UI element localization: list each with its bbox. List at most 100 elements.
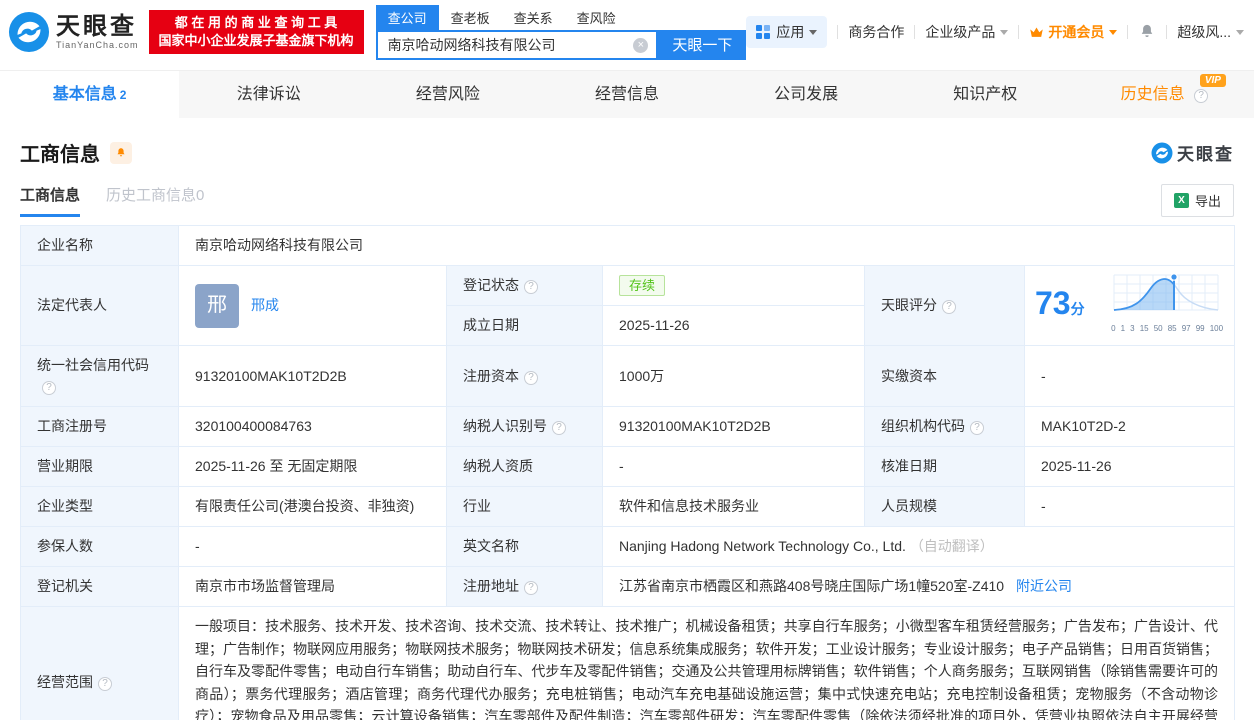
table-row: 企业名称 南京哈动网络科技有限公司 [20, 225, 1236, 266]
tab-basic-info-label: 基本信息 [52, 86, 117, 103]
help-icon[interactable] [970, 421, 984, 435]
nearby-companies-link[interactable]: 附近公司 [1016, 578, 1072, 594]
company-name-value: 南京哈动网络科技有限公司 [177, 225, 1236, 266]
score-curve [1113, 273, 1219, 311]
divider [837, 25, 839, 39]
clear-icon[interactable] [633, 37, 649, 53]
industry-label: 行业 [446, 486, 603, 527]
search-tab-boss[interactable]: 查老板 [439, 5, 502, 30]
export-button[interactable]: 导出 [1160, 183, 1234, 217]
watermark-logo: 天眼查 [1151, 140, 1234, 165]
reg-address-value: 江苏省南京市栖霞区和燕路408号晓庄国际广场1幢520室-Z410 附近公司 [601, 566, 1236, 607]
score-cell: 73分 0 1 3 15 50 85 97 99 100 [1023, 265, 1236, 346]
divider [1166, 25, 1168, 39]
tab-basic-info[interactable]: 基本信息 2 [0, 71, 180, 118]
tab-operation-risk[interactable]: 经营风险 [358, 71, 537, 118]
brand-slogan: 都 在 用 的 商 业 查 询 工 具 国家中小企业发展子基金旗下机构 [148, 10, 364, 54]
taxpayer-quality-value: - [602, 446, 865, 487]
help-icon[interactable] [524, 370, 538, 385]
taxpayer-id-label: 纳税人识别号 [446, 406, 603, 447]
company-section-tabs: 基本信息 2 法律诉讼 经营风险 经营信息 公司发展 知识产权 VIP 历史信息 [0, 70, 1254, 118]
table-row: 经营范围 一般项目：技术服务、技术开发、技术咨询、技术交流、技术转让、技术推广；… [20, 606, 1236, 720]
help-icon[interactable] [552, 421, 566, 435]
search-button[interactable]: 天眼一下 [658, 29, 747, 60]
vip-badge: VIP [1199, 74, 1226, 87]
business-term-value: 2025-11-26 至 无固定期限 [178, 446, 447, 487]
legal-rep-avatar[interactable]: 邢 [195, 283, 239, 328]
legal-rep-cell: 邢 邢成 [178, 265, 447, 346]
paid-capital-label: 实缴资本 [864, 345, 1025, 407]
chevron-down-icon [809, 29, 818, 35]
section-title: 工商信息 [20, 144, 100, 166]
staff-size-value: - [1023, 486, 1236, 527]
top-header: 天眼查 TianYanCha.com 都 在 用 的 商 业 查 询 工 具 国… [0, 0, 1254, 64]
tab-history-info-label: 历史信息 [1120, 86, 1185, 103]
subtab-history-label: 历史工商信息 [106, 186, 197, 204]
bell-icon [117, 147, 125, 156]
score-axis: 013 15 50 85 97 99 100 [1111, 324, 1224, 333]
insured-count-label: 参保人数 [20, 526, 179, 567]
reg-authority-value: 南京市市场监督管理局 [178, 566, 447, 607]
subtab-business-info[interactable]: 工商信息 [20, 184, 81, 217]
reg-number-value: 320100400084763 [178, 406, 447, 447]
apps-menu-label: 应用 [776, 24, 805, 40]
divider [1127, 25, 1129, 39]
approval-date-value: 2025-11-26 [1023, 446, 1236, 487]
logo-domain: TianYanCha.com [56, 40, 139, 50]
tab-history-info[interactable]: VIP 历史信息 [1075, 71, 1254, 118]
chevron-down-icon [1236, 29, 1244, 35]
divider [1018, 25, 1020, 39]
search-area: 查公司 查老板 查关系 查风险 天眼一下 [375, 4, 747, 60]
tab-intellectual-property[interactable]: 知识产权 [896, 71, 1075, 118]
site-logo[interactable]: 天眼查 TianYanCha.com [8, 11, 139, 53]
enterprise-products-menu[interactable]: 企业级产品 [925, 22, 1009, 42]
super-risk-menu[interactable]: 超级风... [1177, 22, 1244, 42]
notification-bell-icon[interactable] [1138, 23, 1156, 41]
industry-value: 软件和信息技术服务业 [602, 486, 865, 527]
reg-authority-label: 登记机关 [20, 566, 179, 607]
business-info-table: 企业名称 南京哈动网络科技有限公司 法定代表人 邢 邢成 登记状态 存续 天眼评… [20, 225, 1236, 720]
help-icon[interactable] [524, 280, 538, 294]
monitor-bell-button[interactable] [110, 141, 132, 164]
tab-company-development[interactable]: 公司发展 [717, 71, 896, 118]
tab-operation-info[interactable]: 经营信息 [537, 71, 716, 118]
legal-rep-link[interactable]: 邢成 [251, 295, 279, 316]
table-row: 统一社会信用代码 91320100MAK10T2D2B 注册资本 1000万 实… [20, 345, 1236, 407]
score-marker-pin [1170, 273, 1178, 281]
reg-address-label: 注册地址 [446, 566, 603, 607]
reg-number-label: 工商注册号 [20, 406, 179, 447]
search-tab-company[interactable]: 查公司 [375, 4, 439, 30]
table-row: 工商注册号 320100400084763 纳税人识别号 91320100MAK… [20, 406, 1236, 447]
search-tabs: 查公司 查老板 查关系 查风险 [375, 4, 747, 30]
company-type-label: 企业类型 [20, 486, 179, 527]
score-distribution-chart: 013 15 50 85 97 99 100 [1110, 272, 1224, 339]
subtab-history-business-info[interactable]: 历史工商信息0 [106, 184, 204, 217]
search-tab-risk[interactable]: 查风险 [565, 5, 628, 30]
auto-translate-note: （自动翻译） [909, 538, 994, 554]
help-icon[interactable] [42, 381, 56, 395]
paid-capital-value: - [1023, 345, 1236, 407]
slogan-line-2: 国家中小企业发展子基金旗下机构 [158, 33, 354, 48]
company-type-value: 有限责任公司(港澳台投资、非独资) [178, 486, 447, 527]
help-icon[interactable] [1194, 89, 1209, 103]
apps-menu[interactable]: 应用 [746, 16, 828, 48]
vip-upgrade-link[interactable]: 开通会员 [1029, 22, 1118, 42]
approval-date-label: 核准日期 [864, 446, 1025, 487]
business-term-label: 营业期限 [20, 446, 179, 487]
tab-legal-litigation[interactable]: 法律诉讼 [179, 71, 358, 118]
help-icon[interactable] [942, 300, 956, 314]
biz-cooperation-link[interactable]: 商务合作 [848, 22, 904, 42]
status-badge: 存续 [619, 275, 666, 296]
english-name-value: Nanjing Hadong Network Technology Co., L… [601, 526, 1236, 567]
help-icon[interactable] [524, 581, 538, 595]
taxpayer-id-value: 91320100MAK10T2D2B [602, 406, 865, 447]
search-input[interactable] [377, 31, 657, 58]
reg-capital-label: 注册资本 [446, 345, 603, 407]
export-button-label: 导出 [1194, 193, 1221, 209]
main-content: 工商信息 天眼查 工商信息 历史工商信息0 导出 企业名称 南京哈动网络科技有限… [0, 138, 1254, 720]
reg-capital-value: 1000万 [602, 345, 865, 407]
help-icon[interactable] [98, 677, 112, 691]
header-nav: 应用 商务合作 企业级产品 开通会员 超级风... [746, 16, 1244, 48]
vip-upgrade-label: 开通会员 [1048, 24, 1105, 40]
search-tab-relation[interactable]: 查关系 [502, 5, 565, 30]
